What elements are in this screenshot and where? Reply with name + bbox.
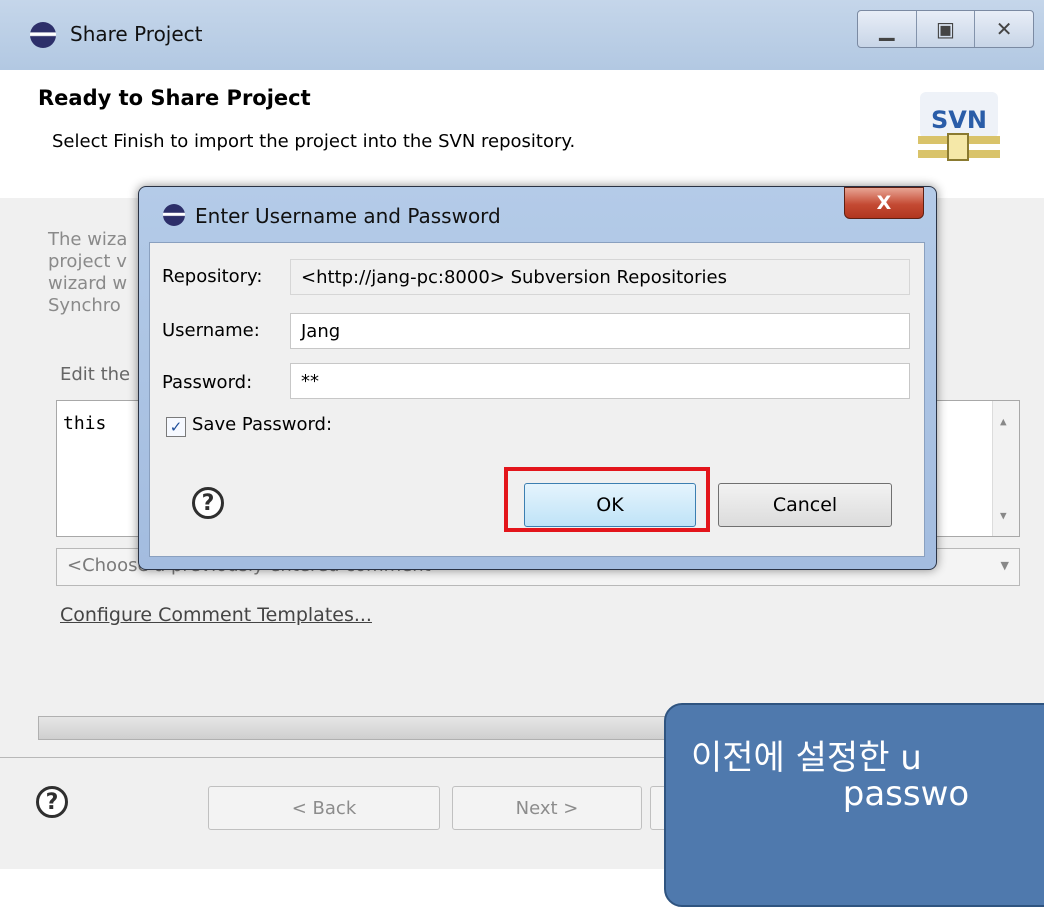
repository-label: Repository: (162, 266, 263, 287)
next-button[interactable]: Next > (452, 786, 642, 830)
page-description: Select Finish to import the project into… (52, 131, 576, 152)
chevron-down-icon[interactable]: ▼ (1001, 559, 1009, 572)
eclipse-icon (30, 22, 56, 48)
username-label: Username: (162, 320, 260, 341)
close-icon[interactable]: ✕ (975, 11, 1033, 47)
scroll-down-icon[interactable]: ▼ (1000, 509, 1007, 522)
svn-logo-icon: SVN (918, 92, 1000, 161)
minimize-icon[interactable]: ▁ (858, 11, 917, 47)
callout-text-line1: 이전에 설정한 u (691, 738, 922, 778)
help-icon[interactable]: ? (192, 487, 224, 519)
callout-text-line2: passwo (842, 774, 970, 814)
cancel-button[interactable]: Cancel (718, 483, 892, 527)
help-icon[interactable]: ? (36, 786, 68, 818)
ok-highlight-box (504, 467, 710, 532)
comment-text: this (63, 413, 107, 434)
eclipse-icon (163, 204, 185, 226)
dialog-close-button[interactable]: X (844, 187, 924, 219)
window-title: Share Project (70, 22, 203, 46)
back-button[interactable]: < Back (208, 786, 440, 830)
scroll-up-icon[interactable]: ▲ (1000, 415, 1007, 428)
annotation-callout: 이전에 설정한 u passwo (664, 703, 1044, 907)
password-label: Password: (162, 372, 253, 393)
dialog-title: Enter Username and Password (195, 204, 501, 228)
save-password-label[interactable]: Save Password: (192, 414, 332, 435)
maximize-icon[interactable]: ▣ (917, 11, 976, 47)
username-field[interactable]: Jang (290, 313, 910, 349)
repository-field: <http://jang-pc:8000> Subversion Reposit… (290, 259, 910, 295)
page-title: Ready to Share Project (38, 86, 311, 110)
save-password-checkbox[interactable]: ✓ (166, 417, 186, 437)
info-text-line: Synchro (48, 295, 121, 316)
comment-scrollbar[interactable]: ▲ ▼ (992, 401, 1019, 536)
comment-label: Edit the (60, 364, 131, 385)
configure-templates-link[interactable]: Configure Comment Templates... (60, 604, 372, 626)
window-controls: ▁ ▣ ✕ (857, 10, 1034, 48)
svn-logo-text: SVN (931, 106, 987, 134)
info-text-line: The wiza (48, 229, 128, 250)
info-text-line: project v (48, 251, 127, 272)
info-text-line: wizard w (48, 273, 128, 294)
password-field[interactable]: ** (290, 363, 910, 399)
